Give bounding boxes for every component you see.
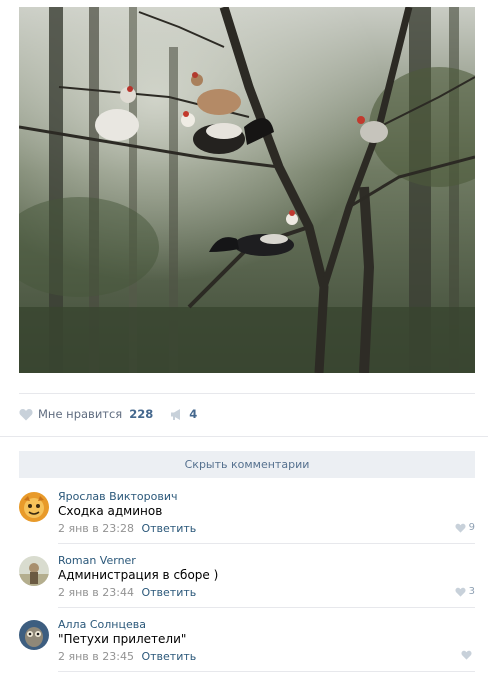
avatar[interactable] xyxy=(19,492,49,522)
comment-like-button[interactable]: 9 xyxy=(455,522,475,533)
reply-link[interactable]: Ответить xyxy=(141,522,196,535)
like-count: 228 xyxy=(129,407,154,421)
comment-date[interactable]: 2 янв в 23:44 xyxy=(58,586,134,599)
avatar[interactable] xyxy=(19,620,49,650)
heart-icon xyxy=(455,587,466,597)
reply-link[interactable]: Ответить xyxy=(141,650,196,663)
comment-like-count: 9 xyxy=(468,522,475,533)
comment-text: Администрация в сборе ) xyxy=(58,568,219,582)
post-divider-top xyxy=(19,393,475,394)
comment-meta: 2 янв в 23:28 Ответить xyxy=(58,522,196,535)
comment-like-button[interactable]: 3 xyxy=(455,586,475,597)
share-count: 4 xyxy=(189,407,198,421)
heart-icon xyxy=(461,650,472,660)
comment-date[interactable]: 2 янв в 23:28 xyxy=(58,522,134,535)
comment-meta: 2 янв в 23:44 Ответить xyxy=(58,586,196,599)
heart-icon xyxy=(455,523,466,533)
comment-item: Ярослав Викторович Сходка админов 2 янв … xyxy=(19,487,475,549)
comment-item: Roman Verner Администрация в сборе ) 2 я… xyxy=(19,551,475,613)
reply-link[interactable]: Ответить xyxy=(141,586,196,599)
comment-author[interactable]: Алла Солнцева xyxy=(58,618,146,631)
like-label: Мне нравится xyxy=(38,407,123,421)
share-button[interactable]: 4 xyxy=(170,407,197,421)
megaphone-icon xyxy=(171,408,181,420)
post-divider-bottom xyxy=(0,436,488,437)
avatar[interactable] xyxy=(19,556,49,586)
comment-like-button[interactable] xyxy=(461,650,475,660)
comment-author[interactable]: Ярослав Викторович xyxy=(58,490,177,503)
comment-author[interactable]: Roman Verner xyxy=(58,554,136,567)
heart-icon xyxy=(19,408,33,420)
comment-divider xyxy=(58,607,475,608)
comment-date[interactable]: 2 янв в 23:45 xyxy=(58,650,134,663)
hide-comments-button[interactable]: Скрыть комментарии xyxy=(19,451,475,478)
comment-text: "Петухи прилетели" xyxy=(58,632,187,646)
comment-text: Сходка админов xyxy=(58,504,163,518)
comment-divider xyxy=(58,543,475,544)
comment-divider xyxy=(58,671,475,672)
comment-like-count: 3 xyxy=(468,586,475,597)
like-button[interactable]: Мне нравится 228 xyxy=(19,407,153,421)
post-actions: Мне нравится 228 4 xyxy=(19,403,475,425)
comment-meta: 2 янв в 23:45 Ответить xyxy=(58,650,196,663)
post-photo[interactable] xyxy=(19,7,475,373)
comment-item: Алла Солнцева "Петухи прилетели" 2 янв в… xyxy=(19,615,475,676)
